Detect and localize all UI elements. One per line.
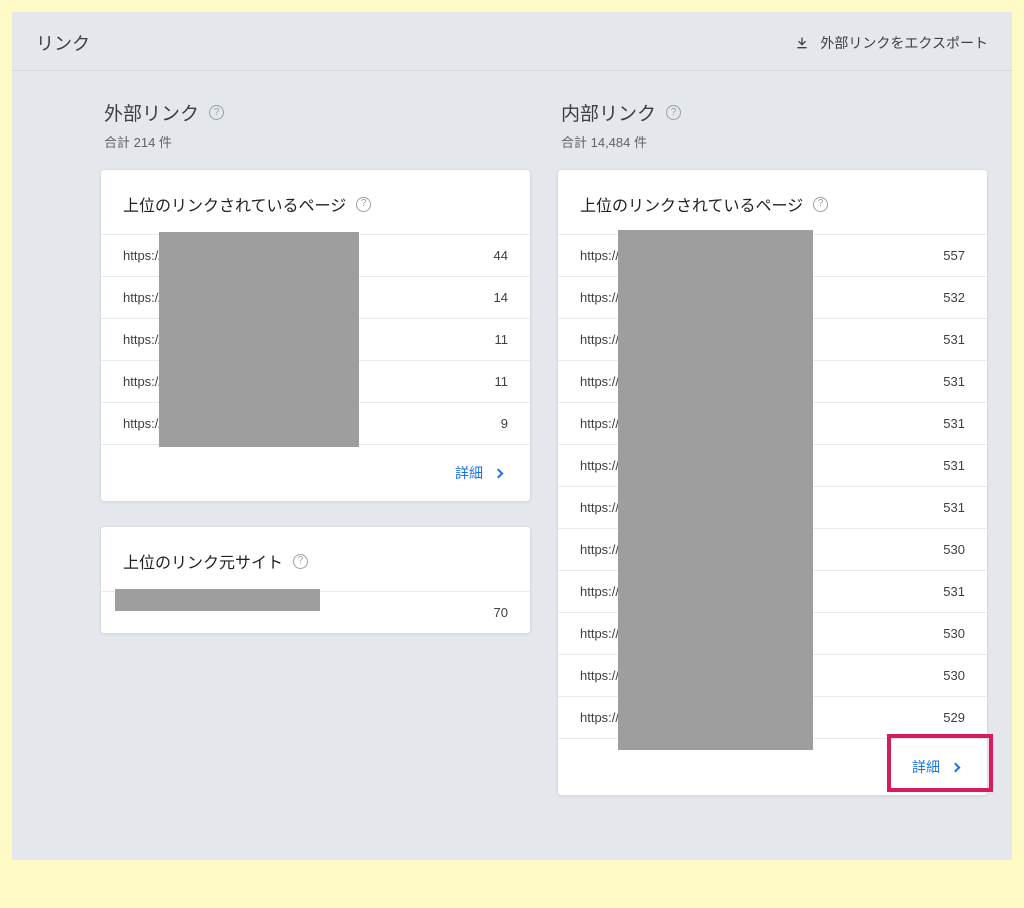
- card-title-text: 上位のリンクされているページ: [123, 192, 346, 216]
- card-title: 上位のリンクされているページ ?: [101, 170, 530, 234]
- page-header: リンク 外部リンクをエクスポート: [12, 12, 1012, 71]
- row-count: 9: [501, 416, 508, 431]
- row-count: 11: [495, 332, 509, 347]
- row-count: 14: [494, 290, 508, 305]
- card-footer: 詳細: [101, 444, 530, 501]
- external-section-header: 外部リンク ? 合計 214 件: [100, 99, 531, 169]
- row-url: https://: [123, 248, 162, 263]
- row-count: 531: [943, 332, 965, 347]
- row-url: https://: [580, 584, 619, 599]
- row-count: 531: [943, 500, 965, 515]
- redaction: [618, 230, 813, 750]
- row-url: https://: [580, 416, 619, 431]
- help-icon[interactable]: ?: [293, 554, 308, 569]
- help-icon[interactable]: ?: [813, 197, 828, 212]
- row-url: https://: [123, 416, 162, 431]
- row-url: https://: [123, 374, 162, 389]
- row-url: https://: [580, 710, 619, 725]
- row-url: https://: [580, 542, 619, 557]
- row-count: 531: [943, 458, 965, 473]
- row-count: 557: [943, 248, 965, 263]
- row-url: https://: [580, 248, 619, 263]
- row-count: 70: [494, 605, 508, 620]
- row-count: 531: [943, 584, 965, 599]
- row-count: 529: [943, 710, 965, 725]
- external-top-linking-sites-card: 上位のリンク元サイト ? 70: [100, 526, 531, 634]
- page-title: リンク: [36, 30, 90, 56]
- row-count: 11: [495, 374, 509, 389]
- redaction: [115, 589, 320, 611]
- row-count: 531: [943, 416, 965, 431]
- help-icon[interactable]: ?: [666, 105, 681, 120]
- card-title-text: 上位のリンク元サイト: [123, 549, 283, 573]
- row-count: 530: [943, 626, 965, 641]
- row-url: https://: [580, 458, 619, 473]
- row-url: https://: [580, 374, 619, 389]
- details-button[interactable]: 詳細: [447, 459, 510, 487]
- page-container: リンク 外部リンクをエクスポート 外部リンク ? 合計 214 件 上位のリンク…: [12, 12, 1012, 860]
- row-count: 532: [943, 290, 965, 305]
- details-label: 詳細: [912, 757, 940, 777]
- row-count: 531: [943, 374, 965, 389]
- redaction: [159, 232, 359, 447]
- columns: 外部リンク ? 合計 214 件 上位のリンクされているページ ? https:…: [12, 71, 1012, 860]
- external-links-column: 外部リンク ? 合計 214 件 上位のリンクされているページ ? https:…: [100, 99, 531, 820]
- row-count: 530: [943, 542, 965, 557]
- help-icon[interactable]: ?: [356, 197, 371, 212]
- external-top-linked-pages-card: 上位のリンクされているページ ? https:// 44 https:// 14 htt…: [100, 169, 531, 502]
- row-url: https://: [580, 668, 619, 683]
- row-url: https://: [123, 290, 162, 305]
- row-count: 44: [494, 248, 508, 263]
- external-section-title: 外部リンク ?: [104, 99, 224, 126]
- card-title: 上位のリンクされているページ ?: [558, 170, 987, 234]
- card-title-text: 上位のリンクされているページ: [580, 192, 803, 216]
- internal-section-title: 内部リンク ?: [561, 99, 681, 126]
- row-url: https://: [580, 290, 619, 305]
- details-button[interactable]: 詳細: [904, 753, 967, 781]
- external-section-subtitle: 合計 214 件: [104, 132, 527, 151]
- internal-title-text: 内部リンク: [561, 99, 656, 126]
- help-icon[interactable]: ?: [209, 105, 224, 120]
- internal-section-header: 内部リンク ? 合計 14,484 件: [557, 99, 988, 169]
- external-title-text: 外部リンク: [104, 99, 199, 126]
- row-url: https://: [580, 626, 619, 641]
- row-count: 530: [943, 668, 965, 683]
- export-external-links-button[interactable]: 外部リンクをエクスポート: [794, 33, 988, 53]
- internal-links-column: 内部リンク ? 合計 14,484 件 上位のリンクされているページ ? htt…: [557, 99, 988, 820]
- download-icon: [794, 35, 810, 51]
- chevron-right-icon: [951, 762, 961, 772]
- details-label: 詳細: [455, 463, 483, 483]
- internal-top-linked-pages-card: 上位のリンクされているページ ? https:// 557 https:// 532 h…: [557, 169, 988, 796]
- chevron-right-icon: [494, 468, 504, 478]
- row-url: https://: [580, 332, 619, 347]
- export-label: 外部リンクをエクスポート: [820, 33, 988, 53]
- row-url: https://: [580, 500, 619, 515]
- internal-section-subtitle: 合計 14,484 件: [561, 132, 984, 151]
- card-title: 上位のリンク元サイト ?: [101, 527, 530, 591]
- row-url: https://: [123, 332, 162, 347]
